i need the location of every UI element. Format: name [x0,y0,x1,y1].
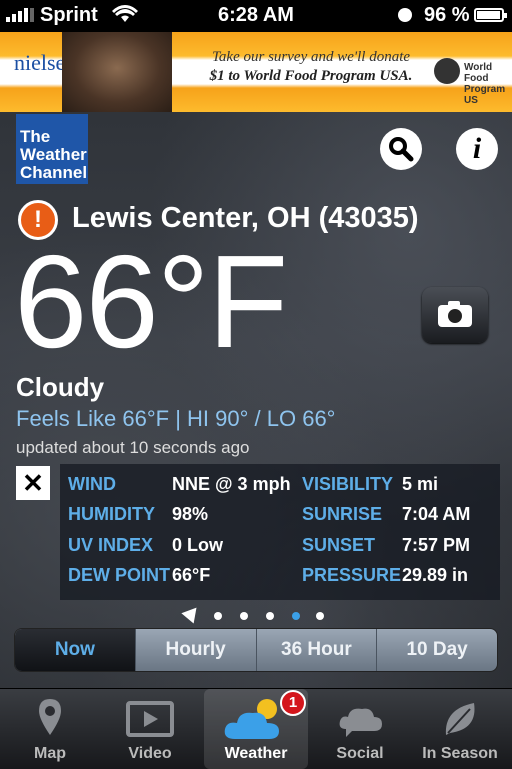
tab-social[interactable]: Social [310,689,410,769]
tab-video[interactable]: Video [100,689,200,769]
wfp-name: World Food Program US [464,62,506,106]
search-icon [389,137,414,162]
page-dot[interactable] [240,612,248,620]
ad-line2: $1 to World Food Program USA. [209,68,413,84]
page-dot[interactable] [316,612,324,620]
social-cloud-icon [339,708,382,737]
close-icon: ✕ [22,468,44,498]
uv-index-label: UV INDEX [68,535,154,555]
details-panel: WIND NNE @ 3 mph VISIBILITY 5 mi HUMIDIT… [60,464,500,600]
wind-value: NNE @ 3 mph [172,474,291,494]
visibility-label: VISIBILITY [302,474,394,494]
ad-photo-child [62,32,172,112]
weather-channel-logo: The Weather Channel [16,114,88,184]
video-icon [126,701,174,737]
dew-point-label: DEW POINT [68,565,170,585]
dew-point-value: 66°F [172,565,211,585]
ad-line1: Take our survey and we'll donate [211,49,411,65]
details-row: WIND NNE @ 3 mph VISIBILITY 5 mi [60,474,500,504]
location-arrow-icon [181,602,203,624]
ad-banner[interactable]: nielsen Take our survey and we'll donate… [0,32,512,112]
tab-video-label: Video [128,745,172,762]
page-dot[interactable] [214,612,222,620]
humidity-label: HUMIDITY [68,504,155,524]
details-row: DEW POINT 66°F PRESSURE 29.89 in [60,565,500,595]
tab-10-day[interactable]: 10 Day [376,629,497,671]
bottom-tab-bar: Map Video Weather Social In Season [0,688,512,769]
ad-text: Take our survey and we'll donate $1 to W… [196,48,426,86]
uv-index-value: 0 Low [172,535,224,555]
humidity-value: 98% [172,504,209,524]
condition-text: Cloudy [16,372,105,402]
page-dot[interactable] [266,612,274,620]
sunset-label: SUNSET [302,535,376,555]
wind-label: WIND [68,474,116,494]
sunrise-value: 7:04 AM [402,504,471,524]
alarm-clock-icon [398,8,412,22]
info-icon: i [472,132,482,165]
forecast-segmented-control: Now Hourly 36 Hour 10 Day [14,628,498,672]
battery-percent: 96 % [424,4,470,26]
tab-36-hour[interactable]: 36 Hour [255,629,377,671]
close-details-button[interactable]: ✕ [16,466,50,500]
tab-map-label: Map [34,745,66,762]
pressure-value: 29.89 in [402,565,469,585]
details-row: UV INDEX 0 Low SUNSET 7:57 PM [60,535,500,565]
tab-weather-label: Weather [224,745,288,762]
pressure-label: PRESSURE [302,565,402,585]
camera-button[interactable] [422,287,488,343]
feels-like-hi-lo: Feels Like 66°F | HI 90° / LO 66° [16,406,336,431]
details-row: HUMIDITY 98% SUNRISE 7:04 AM [60,504,500,534]
notification-badge: 1 [280,690,306,716]
status-bar: Sprint 6:28 AM 96 % [0,0,512,32]
battery-icon [474,8,507,22]
tab-in-season[interactable]: In Season [410,689,510,769]
wfp-logo-icon [434,58,460,84]
tab-hourly[interactable]: Hourly [134,629,256,671]
leaf-icon [445,703,475,735]
search-button[interactable] [380,128,422,170]
info-button[interactable]: i [456,128,498,170]
sunset-value: 7:57 PM [402,535,471,555]
tab-in-season-label: In Season [422,745,498,762]
updated-time: updated about 10 seconds ago [16,438,250,457]
map-pin-icon [39,699,61,735]
page-indicator [0,602,512,624]
current-temperature: 66°F [14,228,288,375]
tab-map[interactable]: Map [0,689,100,769]
visibility-value: 5 mi [402,474,439,494]
sunrise-label: SUNRISE [302,504,383,524]
tab-now[interactable]: Now [15,629,135,671]
page-dot-active[interactable] [292,612,300,620]
tab-social-label: Social [336,745,384,762]
